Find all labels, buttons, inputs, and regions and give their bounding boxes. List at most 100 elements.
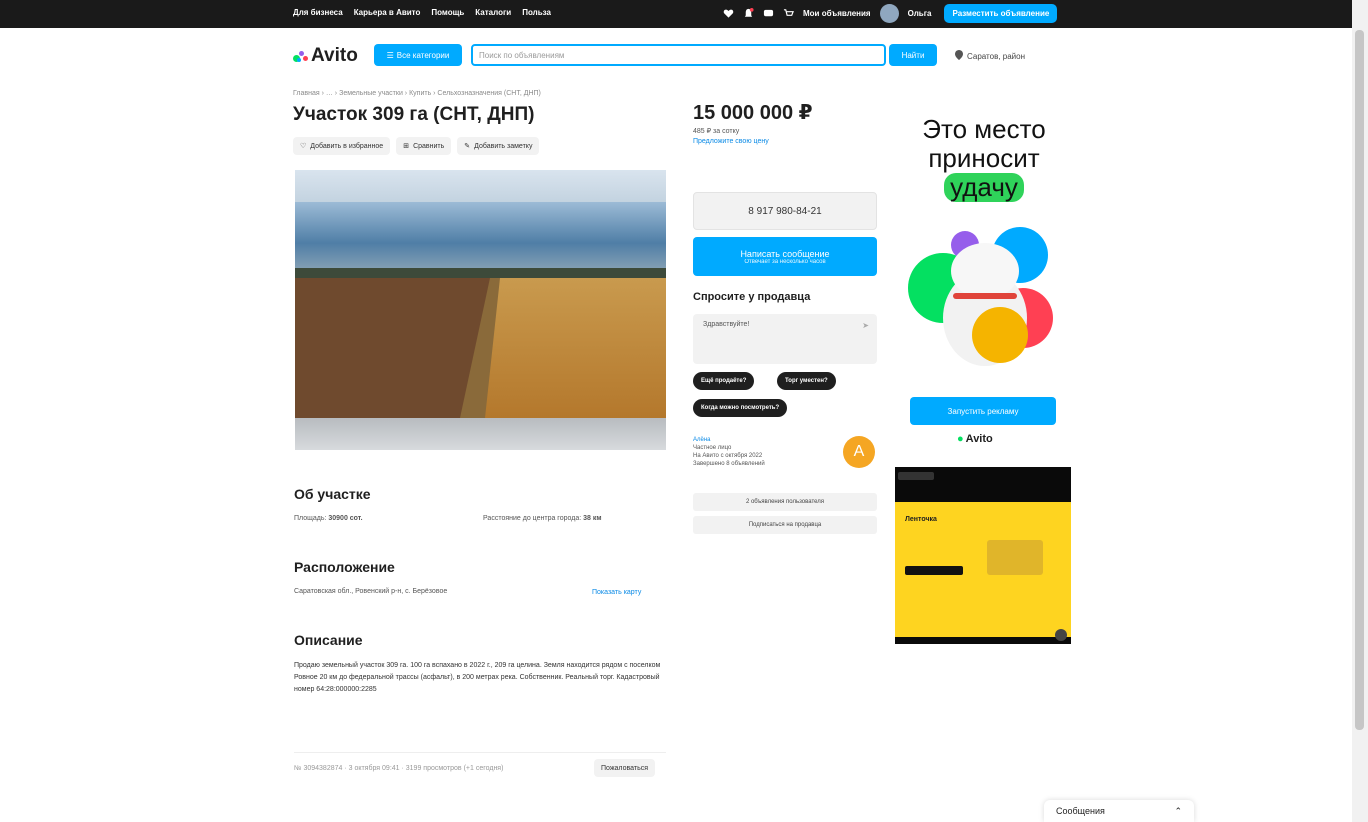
ask-seller-text: Здравствуйте! (703, 321, 750, 328)
area-value: 30900 сот. (328, 515, 363, 522)
avito-logo-icon (293, 49, 309, 63)
offer-price-link[interactable]: Предложите свою цену (693, 138, 769, 145)
all-categories-label: Все категории (396, 50, 450, 60)
add-note-label: Добавить заметку (474, 142, 533, 150)
add-to-favorites-button[interactable]: ♡ Добавить в избранное (293, 137, 391, 155)
send-icon[interactable]: ➤ (862, 321, 869, 330)
avito-dots-icon: ● (957, 433, 964, 445)
about-heading: Об участке (294, 486, 371, 502)
post-ad-button[interactable]: Разместить объявление (944, 4, 1058, 23)
ad-line1: Это место (922, 114, 1046, 144)
ad-logo-text: Avito (965, 433, 993, 445)
ad-avito-logo: ● Avito (957, 433, 993, 445)
ask-seller-heading: Спросите у продавца (693, 291, 811, 303)
lucky-cat-image (908, 227, 1053, 366)
messages-label: Сообщения (1056, 806, 1105, 816)
all-categories-button[interactable]: ☰ Все категории (374, 44, 462, 66)
top-link-business[interactable]: Для бизнеса (293, 8, 343, 17)
area-label: Площадь: (294, 515, 327, 522)
sound-icon[interactable] (1055, 629, 1067, 641)
top-link-career[interactable]: Карьера в Авито (354, 8, 421, 17)
distance-value: 38 км (583, 515, 602, 522)
chevron-up-icon[interactable]: ⌃ (1174, 806, 1182, 816)
site-header: Avito ☰ Все категории Поиск по объявлени… (293, 42, 1053, 70)
heart-icon[interactable] (723, 8, 734, 19)
ask-seller-input[interactable]: Здравствуйте! ➤ (693, 314, 877, 364)
write-message-label: Написать сообщение (740, 248, 830, 259)
listing-meta: № 3094382874 · 3 октября 09:41 · 3199 пр… (294, 765, 504, 772)
bell-icon[interactable] (743, 8, 754, 19)
address: Саратовская обл., Ровенский р-н, с. Берё… (294, 588, 448, 595)
ad2-promo (905, 566, 963, 575)
description-heading: Описание (294, 632, 363, 648)
seller-completed: Завершено 8 объявлений (693, 461, 765, 467)
search-input[interactable]: Поиск по объявлениям (471, 44, 886, 66)
show-phone-button[interactable]: 8 917 980-84-21 (693, 192, 877, 230)
ad-headline: Это место приносит удачу (905, 115, 1063, 202)
top-link-catalogs[interactable]: Каталоги (475, 8, 511, 17)
note-icon: ✎ (464, 143, 471, 150)
location-heading: Расположение (294, 559, 395, 575)
compare-icon: ⊞ (403, 143, 410, 150)
response-time: Отвечает за несколько часов (744, 258, 826, 265)
user-name[interactable]: Ольга (908, 9, 932, 18)
seller-avatar[interactable]: А (843, 436, 875, 468)
listing-meta-row: № 3094382874 · 3 октября 09:41 · 3199 пр… (294, 752, 666, 780)
city-label: Саратов, район (967, 51, 1025, 61)
location-pin-icon (955, 50, 963, 62)
seller-name[interactable]: Алёна (693, 436, 765, 444)
chat-icon[interactable] (763, 8, 774, 19)
top-link-help[interactable]: Помощь (431, 8, 464, 17)
messages-panel[interactable]: Сообщения ⌃ (1044, 800, 1194, 822)
seller-since: На Авито с октября 2022 (693, 453, 763, 459)
ad-tag (898, 472, 934, 480)
write-message-button[interactable]: Написать сообщение Отвечает за несколько… (693, 237, 877, 276)
distance-field: Расстояние до центра города: 38 км (483, 515, 602, 522)
page-title: Участок 309 га (СНТ, ДНП) (293, 104, 535, 125)
avito-logo-text: Avito (311, 45, 358, 66)
search-button[interactable]: Найти (889, 44, 937, 66)
seller-info: Алёна Частное лицо На Авито с октября 20… (693, 436, 765, 468)
top-links: Для бизнеса Карьера в Авито Помощь Катал… (293, 8, 551, 17)
ad-video-frame: Ленточка (895, 502, 1071, 637)
compare-label: Сравнить (413, 142, 445, 150)
compare-button[interactable]: ⊞ Сравнить (396, 137, 452, 155)
ad-banner[interactable]: Это место приносит удачу Запустить рекла… (905, 105, 1063, 450)
menu-icon: ☰ (386, 50, 394, 60)
user-avatar[interactable] (879, 4, 899, 23)
quick-question-bargain[interactable]: Торг уместен? (777, 372, 836, 390)
subscribe-seller-button[interactable]: Подписаться на продавца (693, 516, 877, 534)
heart-icon: ♡ (300, 143, 307, 150)
distance-label: Расстояние до центра города: (483, 515, 582, 522)
seller-type: Частное лицо (693, 445, 732, 451)
ad-line3: удачу (944, 173, 1024, 202)
top-link-benefit[interactable]: Польза (522, 8, 551, 17)
city-selector[interactable]: Саратов, район (955, 50, 1025, 62)
avito-logo[interactable]: Avito (293, 45, 358, 67)
quick-question-still-selling[interactable]: Ещё продаёте? (693, 372, 755, 390)
add-note-button[interactable]: ✎ Добавить заметку (457, 137, 540, 155)
price: 15 000 000 ₽ (693, 102, 813, 124)
description-text: Продаю земельный участок 309 га. 100 га … (294, 662, 661, 693)
launch-ad-button[interactable]: Запустить рекламу (910, 397, 1056, 425)
listing-actions: ♡ Добавить в избранное ⊞ Сравнить ✎ Добавит… (293, 137, 540, 155)
price-per-unit: 485 ₽ за сотку (693, 128, 740, 135)
cart-icon[interactable] (783, 8, 794, 19)
breadcrumb[interactable]: Главная › … › Земельные участки › Купить… (293, 90, 541, 97)
report-button[interactable]: Пожаловаться (594, 759, 656, 777)
video-ad[interactable]: Ленточка (895, 467, 1071, 644)
show-map-link[interactable]: Показать карту (592, 589, 641, 596)
add-to-favorites-label: Добавить в избранное (310, 142, 384, 150)
listing-photo[interactable] (295, 170, 666, 450)
top-bar: Для бизнеса Карьера в Авито Помощь Катал… (0, 0, 1368, 28)
quick-question-view-time[interactable]: Когда можно посмотреть? (693, 399, 788, 417)
scrollbar-thumb[interactable] (1355, 30, 1364, 730)
ad2-brand: Ленточка (905, 516, 937, 523)
field-image (295, 170, 666, 450)
area-field: Площадь: 30900 сот. (294, 515, 363, 522)
ad2-card (987, 540, 1043, 575)
top-user-area: Мои объявления Ольга Разместить объявлен… (723, 4, 1058, 23)
my-ads-link[interactable]: Мои объявления (803, 9, 871, 18)
ad-line2: приносит (928, 143, 1040, 173)
seller-ads-button[interactable]: 2 объявления пользователя (693, 493, 877, 511)
